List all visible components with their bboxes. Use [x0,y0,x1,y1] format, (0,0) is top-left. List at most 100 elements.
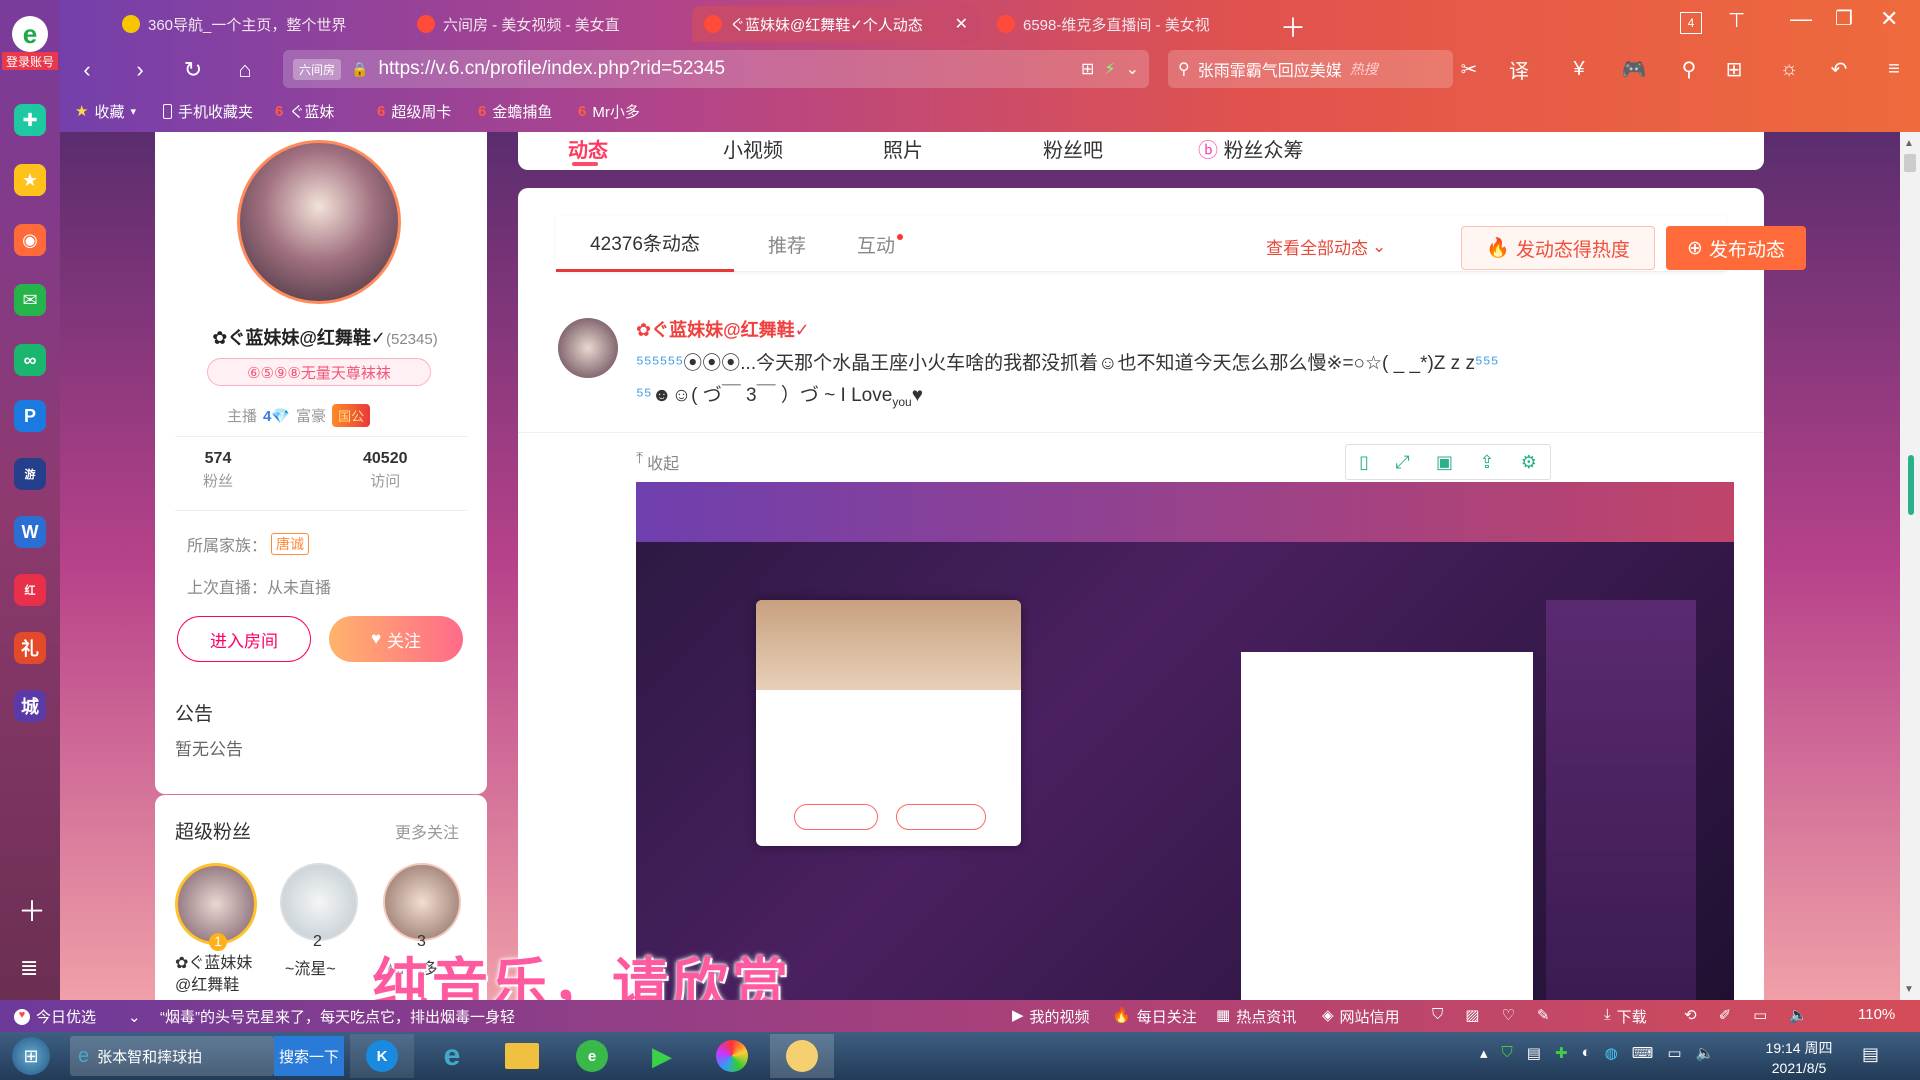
bookmark-weekly-card[interactable]: 6 超级周卡 [377,98,451,124]
tray-plus-icon[interactable]: ✚ [1555,1044,1568,1062]
reload-button[interactable]: ↻ [178,55,208,85]
fan-name-2[interactable]: ~流星~ [285,955,336,979]
fan-avatar-2[interactable] [280,863,358,941]
scroll-down-icon[interactable]: ▼ [1904,984,1914,995]
360-browser-icon[interactable]: e [560,1034,624,1078]
window-icon[interactable]: ▭ [1753,1006,1767,1024]
view-all-posts-link[interactable]: 查看全部动态 ⌄ [1266,234,1386,259]
tray-network-icon[interactable]: ◍ [1605,1044,1618,1062]
notification-icon[interactable]: ▤ [1862,1044,1879,1065]
search-box[interactable]: ⚲ 张雨霏霸气回应美媒 热搜 [1168,50,1453,88]
bookmark-mrxiaoduo[interactable]: 6 Mr小多 [578,98,640,124]
shield-icon[interactable]: ⛉ [1432,1006,1443,1024]
coin-icon[interactable]: ¥ [1565,55,1593,83]
taskbar-search-button[interactable]: 搜索一下 [274,1036,344,1076]
page-scrollbar[interactable]: ▲ ▼ [1900,132,1920,1000]
tray-doc-icon[interactable]: ▤ [1527,1044,1541,1062]
start-button[interactable]: ⊞ [12,1037,50,1075]
grid-icon[interactable]: ⊞ [1081,59,1094,79]
daily-follow[interactable]: 🔥 每日关注 [1112,1006,1197,1027]
new-tab-button[interactable]: ＋ [1280,8,1306,45]
tab-count[interactable]: 4 [1680,12,1702,34]
scissors-icon[interactable]: ✂ [1455,55,1483,83]
url-text[interactable]: https://v.6.cn/profile/index.php?rid=523… [378,58,725,80]
tray-display-icon[interactable]: ▭ [1667,1044,1681,1062]
folder-icon[interactable] [490,1034,554,1078]
avatar[interactable] [237,140,401,304]
tray-volume-icon[interactable]: 🔈 [1696,1044,1715,1062]
tab-crowdfund[interactable]: ⓑ 粉丝众筹 [1198,134,1304,163]
chevron-down-icon[interactable]: ⌄ [1126,59,1139,79]
tray-shield-icon[interactable]: ⛉ [1502,1044,1513,1062]
list-icon[interactable]: ≣ [20,955,38,981]
fan-avatar-3[interactable] [383,863,461,941]
sun-icon[interactable]: ☼ [1775,55,1803,83]
taskbar-clock[interactable]: 19:14 周四 2021/8/5 [1752,1038,1846,1078]
image-icon[interactable]: ▨ [1465,1006,1479,1024]
bookmark-lanmeimei[interactable]: 6 ぐ蓝妹 [275,98,334,124]
address-bar[interactable]: 六间房 🔒 https://v.6.cn/profile/index.php?r… [283,50,1149,88]
game-app-icon[interactable]: 游 [14,458,46,490]
share-icon[interactable]: ⇪ [1479,452,1494,473]
settings-gear-icon[interactable]: ⚙ [1521,452,1537,473]
gift-app-icon[interactable]: 礼 [14,632,46,664]
mail-icon[interactable]: ✉ [14,284,46,316]
boost-post-button[interactable]: 🔥 发动态得热度 [1461,226,1655,270]
family-badge[interactable]: 唐诚 [271,533,310,555]
back-button[interactable]: ‹ [72,55,102,85]
speaker-icon[interactable]: 🔈 [1789,1006,1808,1024]
plus-app-icon[interactable]: ✚ [14,104,46,136]
forward-button[interactable]: › [125,55,155,85]
restore-button[interactable]: ❐ [1835,6,1853,31]
menu-icon[interactable]: ≡ [1880,55,1908,83]
video-player-icon[interactable]: ▶ [630,1034,694,1078]
note-icon[interactable]: ✐ [1719,1006,1732,1024]
red-app-icon[interactable]: 红 [14,574,46,606]
home-icon[interactable]: ⌂ [230,55,260,85]
kugou-icon[interactable]: K [350,1034,414,1078]
bear-app-icon[interactable] [770,1034,834,1078]
login-button[interactable]: 登录账号 [2,52,58,70]
post-avatar[interactable] [558,318,618,378]
color-app-icon[interactable] [700,1034,764,1078]
fans-stat[interactable]: 574 粉丝 [203,450,233,491]
close-window-button[interactable]: ✕ [1880,6,1898,32]
tab-6598-room[interactable]: 6598-维克多直播间 - 美女视 [985,6,1275,42]
lightning-icon[interactable]: ⚡ [1104,59,1115,79]
site-credit[interactable]: ◈ 网站信用 [1322,1006,1400,1027]
word-icon[interactable]: W [14,516,46,548]
tab-all-posts[interactable]: 42376条动态 [556,216,734,272]
taskbar-search[interactable]: e 张本智和摔球拍 [70,1036,274,1076]
scroll-up-icon[interactable]: ▲ [1904,138,1914,149]
tab-fan-bar[interactable]: 粉丝吧 [1043,134,1103,163]
side-handle[interactable] [1908,455,1914,515]
tray-circle-icon[interactable]: ◐ [1582,1044,1591,1062]
enter-room-button[interactable]: 进入房间 [177,616,311,662]
sync-icon[interactable]: ⟲ [1684,1006,1697,1024]
download-button[interactable]: ⤓ 下载 [1604,1006,1647,1027]
more-follow-link[interactable]: 更多关注 [395,819,459,843]
phone-view-icon[interactable]: ▯ [1359,452,1369,473]
tray-arrow-icon[interactable]: ▴ [1480,1044,1488,1062]
weibo-icon[interactable]: ◉ [14,224,46,256]
tray-ime-icon[interactable]: ⌨ [1632,1044,1654,1062]
follow-button[interactable]: ♥ 关注 [329,616,463,662]
tab-profile[interactable]: ぐ蓝妹妹@红舞鞋✓个人动态 ✕ [692,6,980,42]
news-ticker[interactable]: “烟毒”的头号克星来了，每天吃点它，排出烟毒一身轻 [160,1006,515,1027]
translate-icon[interactable]: 译 [1505,55,1533,83]
tab-6cn[interactable]: 六间房 - 美女视频 - 美女直 [405,6,690,42]
tab-360-nav[interactable]: 360导航_一个主页，整个世界 [110,6,400,42]
my-videos[interactable]: ▶ 我的视频 [1012,1006,1090,1027]
add-icon[interactable]: ＋ [18,890,46,930]
apps-icon[interactable]: ⊞ [1720,55,1748,83]
publish-post-button[interactable]: ⊕ 发布动态 [1666,226,1806,270]
cloud-icon[interactable]: ∞ [14,344,46,376]
tab-short-video[interactable]: 小视频 [723,134,783,163]
fan-name-1[interactable]: ✿ぐ蓝妹妹@红舞鞋 [175,953,265,997]
game-icon[interactable]: 🎮 [1620,55,1648,83]
ie-browser-icon[interactable]: e [420,1034,484,1078]
post-username[interactable]: ✿ぐ蓝妹妹@红舞鞋✓ [636,316,810,342]
tab-interaction[interactable]: 互动 [830,216,930,272]
scroll-thumb[interactable] [1904,154,1916,172]
bookmark-mobile[interactable]: 手机收藏夹 [163,98,253,124]
